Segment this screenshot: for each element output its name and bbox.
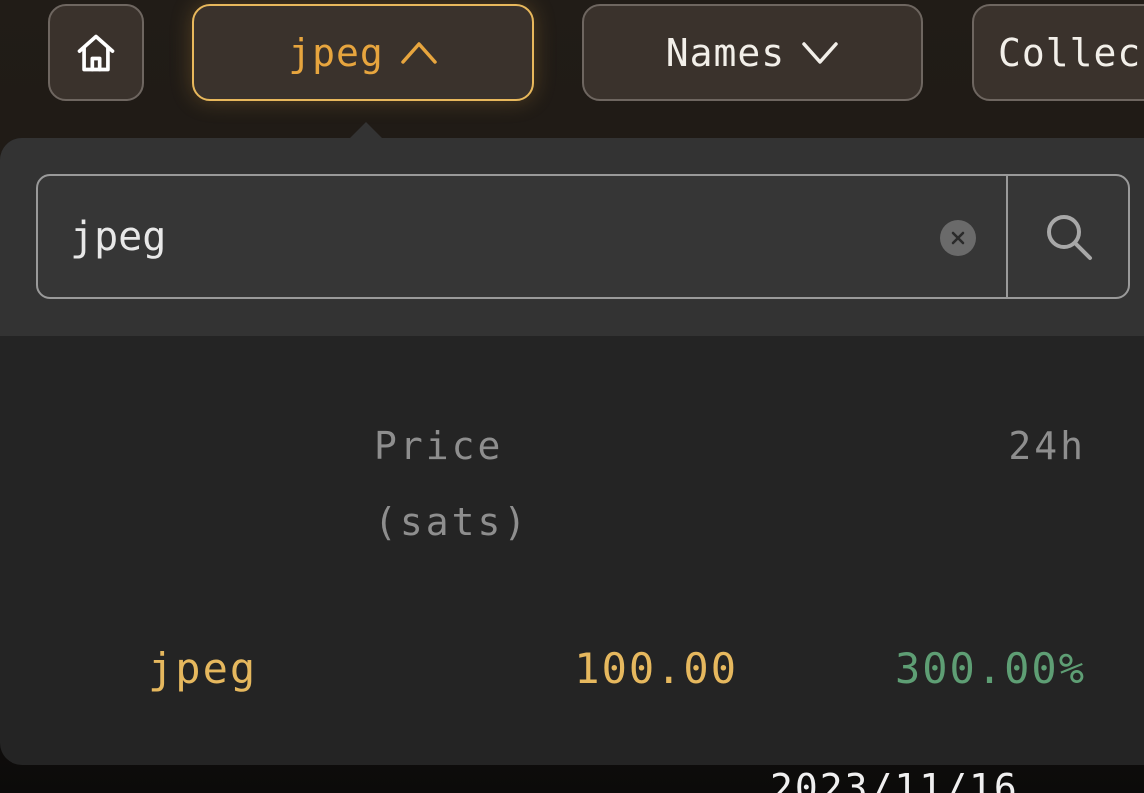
names-dropdown-button[interactable]: Names [582, 4, 923, 101]
background-date: 2023/11/16 [770, 766, 1019, 793]
price-header-line1: Price [374, 424, 504, 468]
jpeg-dropdown-button[interactable]: jpeg [192, 4, 534, 101]
jpeg-dropdown-panel: Price (sats) 24h jpeg 100.00 300.00% [0, 138, 1144, 765]
price-header-line2: (sats) [374, 500, 530, 544]
chevron-up-icon [400, 40, 438, 66]
token-change-cell: 300.00% [894, 644, 1086, 693]
search-icon [1043, 211, 1095, 263]
home-icon [74, 31, 118, 75]
names-dropdown-label: Names [665, 30, 786, 75]
collections-dropdown-button[interactable]: Collec [972, 4, 1144, 101]
search-box [36, 174, 1130, 299]
jpeg-dropdown-label: jpeg [288, 30, 384, 75]
clear-search-button[interactable] [940, 220, 976, 256]
search-submit-button[interactable] [1008, 176, 1130, 297]
search-bar-area [0, 138, 1144, 336]
clear-circle-icon [950, 230, 966, 246]
home-button[interactable] [48, 4, 144, 101]
chevron-down-icon [801, 40, 839, 66]
collections-dropdown-label: Collec [998, 30, 1142, 75]
token-name-cell[interactable]: jpeg [148, 630, 257, 708]
price-column-header[interactable]: Price (sats) [374, 408, 634, 560]
app-stage: 2023/11/16 jpeg Names Collec jpeg Price … [0, 0, 1144, 793]
change-24h-column-header[interactable]: 24h [1008, 408, 1086, 484]
dropdown-caret [350, 122, 382, 138]
search-input[interactable] [70, 200, 930, 274]
token-price-cell: 100.00 [574, 644, 738, 693]
